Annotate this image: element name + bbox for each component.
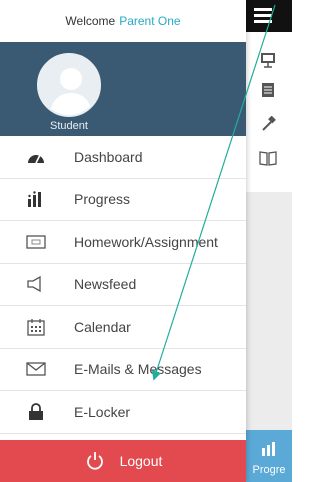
document-icon[interactable]	[258, 80, 278, 100]
drawer-menu: Dashboard Progress Homework/Assignment N…	[0, 136, 246, 434]
menu-item-newsfeed[interactable]: Newsfeed	[0, 264, 246, 306]
menu-item-emails-messages[interactable]: E-Mails & Messages	[0, 349, 246, 391]
hammer-icon[interactable]	[258, 114, 278, 134]
presentation-board-icon[interactable]	[258, 50, 278, 70]
avatar[interactable]	[37, 53, 101, 117]
navigation-drawer: Welcome Parent One Student Dashboard Pro…	[0, 0, 246, 482]
user-name[interactable]: Parent One	[119, 14, 180, 28]
megaphone-icon	[26, 274, 46, 294]
menu-item-progress[interactable]: Progress	[0, 179, 246, 221]
tab-progress-label: Progre	[252, 464, 286, 476]
menu-item-calendar[interactable]: Calendar	[0, 306, 246, 349]
menu-item-label: Dashboard	[74, 148, 143, 165]
welcome-header: Welcome Parent One	[0, 0, 246, 42]
progress-bars-icon	[262, 442, 276, 459]
menu-item-elocker[interactable]: E-Locker	[0, 391, 246, 434]
envelope-icon	[26, 359, 46, 379]
menu-hamburger-icon[interactable]	[254, 8, 272, 24]
calendar-icon	[26, 317, 46, 337]
welcome-text: Welcome	[65, 14, 116, 28]
menu-item-label: Calendar	[74, 318, 131, 335]
progress-bars-icon	[26, 189, 46, 209]
menu-item-label: Homework/Assignment	[74, 233, 218, 250]
dashboard-gauge-icon	[26, 147, 46, 167]
logout-label: Logout	[119, 453, 163, 469]
menu-item-dashboard[interactable]: Dashboard	[0, 136, 246, 179]
lock-icon	[26, 402, 46, 422]
profile-role: Student	[50, 120, 88, 132]
menu-item-label: E-Mails & Messages	[74, 361, 202, 378]
profile-section: Student	[0, 42, 246, 136]
menu-item-label: E-Locker	[74, 403, 131, 420]
tab-progress[interactable]: Progre	[246, 430, 292, 482]
power-icon	[84, 450, 106, 472]
menu-item-homework[interactable]: Homework/Assignment	[0, 221, 246, 264]
menu-item-label: Newsfeed	[74, 276, 137, 293]
logout-button[interactable]: Logout	[0, 440, 246, 482]
background-icon-column	[246, 42, 292, 192]
menu-item-label: Progress	[74, 191, 131, 208]
open-book-icon[interactable]	[258, 148, 278, 168]
homework-icon	[26, 232, 46, 252]
person-silhouette-icon	[39, 55, 99, 115]
background-app-panel: Progre	[246, 0, 292, 482]
